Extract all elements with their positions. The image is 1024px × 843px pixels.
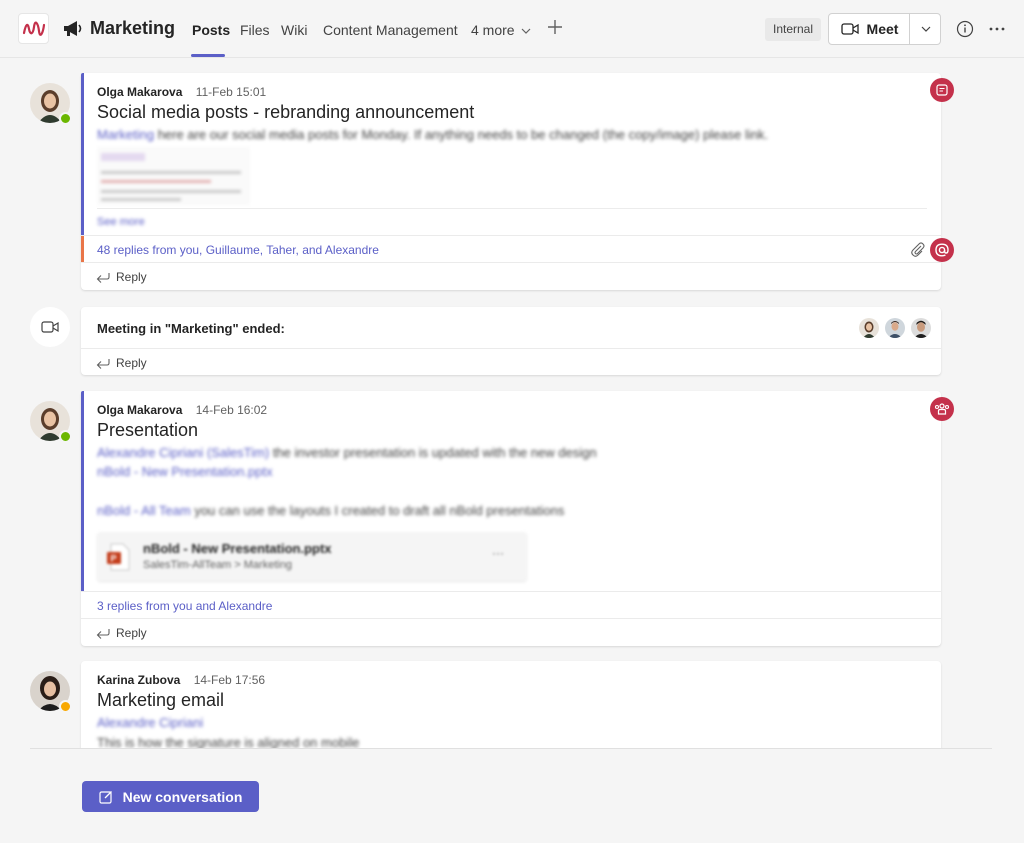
reply-label: Reply	[116, 626, 147, 640]
post-card: Karina Zubova 14-Feb 17:56 Marketing ema…	[81, 661, 941, 761]
new-conversation-button[interactable]: New conversation	[82, 781, 259, 812]
post-text: you can use the layouts I created to dra…	[194, 503, 565, 518]
replies-link[interactable]: 48 replies from you, Guillaume, Taher, a…	[97, 243, 379, 257]
file-link[interactable]: nBold - New Presentation.pptx	[97, 464, 273, 479]
video-camera-icon	[840, 23, 859, 35]
mention-accent	[81, 236, 84, 263]
user-mention[interactable]: Alexandre Cipriani	[97, 715, 203, 730]
reply-row: Reply	[81, 262, 941, 292]
app-logo[interactable]	[18, 13, 49, 44]
presence-available-icon	[59, 430, 72, 443]
post-body-line: nBold - All Team you can use the layouts…	[97, 503, 564, 518]
reply-row: Reply	[81, 618, 941, 646]
file-name: nBold - New Presentation.pptx	[143, 541, 332, 556]
reply-row: Reply	[81, 348, 941, 375]
file-more-icon[interactable]: ···	[492, 546, 504, 560]
reply-button[interactable]: Reply	[96, 270, 147, 284]
info-icon[interactable]	[956, 20, 974, 38]
meet-label: Meet	[866, 21, 899, 37]
author-name[interactable]: Olga Makarova	[97, 403, 182, 417]
post-title: Social media posts - rebranding announce…	[97, 102, 475, 122]
team-mention[interactable]: nBold - All Team	[97, 503, 191, 518]
channel-mention[interactable]: Marketing	[97, 127, 154, 142]
chevron-down-icon	[522, 28, 531, 34]
post-author-line: Olga Makarova 11-Feb 15:01	[97, 85, 266, 99]
image-attachment[interactable]	[97, 147, 250, 205]
tab-wiki[interactable]: Wiki	[281, 22, 307, 38]
post-body: Marketing here are our social media post…	[97, 127, 768, 142]
meeting-card: Meeting in "Marketing" ended: Reply	[81, 307, 941, 375]
meet-options-button[interactable]	[910, 14, 941, 44]
user-mention[interactable]: Alexandre Cipriani (SalesTim)	[97, 445, 269, 460]
meet-button-group: Meet	[828, 13, 941, 45]
post-accent	[81, 73, 84, 236]
attachment-icon	[910, 242, 926, 263]
tab-posts[interactable]: Posts	[192, 22, 230, 38]
post-body-line: Alexandre Cipriani	[97, 715, 203, 730]
mention-icon	[930, 238, 954, 262]
meeting-ended-text: Meeting in "Marketing" ended:	[97, 321, 285, 336]
post-text: here are our social media posts for Mond…	[157, 127, 769, 142]
post-time: 14-Feb 17:56	[193, 673, 266, 687]
more-options-icon[interactable]	[988, 20, 1006, 38]
post-title: Presentation	[97, 420, 199, 440]
post-time: 14-Feb 16:02	[195, 403, 268, 417]
compose-icon	[98, 790, 112, 804]
post-accent	[81, 391, 84, 591]
participant-avatar[interactable]	[885, 318, 905, 338]
file-attachment-card[interactable]: P nBold - New Presentation.pptx SalesTim…	[97, 532, 527, 581]
post-author-line: Karina Zubova 14-Feb 17:56	[97, 673, 265, 687]
reply-label: Reply	[116, 270, 147, 284]
author-name[interactable]: Olga Makarova	[97, 85, 182, 99]
megaphone-icon	[62, 19, 84, 39]
author-name[interactable]: Karina Zubova	[97, 673, 180, 687]
post-card: Olga Makarova 11-Feb 15:01 Social media …	[81, 73, 941, 290]
presence-available-icon	[59, 112, 72, 125]
post-title: Marketing email	[97, 690, 225, 710]
avatar[interactable]	[30, 401, 72, 443]
channel-title: Marketing	[90, 18, 176, 38]
divider	[81, 235, 941, 236]
svg-text:P: P	[111, 554, 117, 564]
avatar[interactable]	[30, 671, 72, 713]
tab-more[interactable]: 4 more	[471, 22, 531, 38]
channel-header: Marketing Posts Files Wiki Content Manag…	[0, 0, 1024, 58]
file-path: SalesTim-AllTeam > Marketing	[143, 559, 293, 571]
team-mention-icon	[930, 397, 954, 421]
tab-content-management[interactable]: Content Management	[323, 22, 458, 38]
chevron-down-icon	[921, 26, 930, 32]
avatar[interactable]	[30, 83, 72, 125]
post-card: Olga Makarova 14-Feb 16:02 Presentation …	[81, 391, 941, 646]
see-more-link[interactable]: See more	[97, 216, 145, 228]
post-body-line: Alexandre Cipriani (SalesTim) the invest…	[97, 445, 597, 460]
post-author-line: Olga Makarova 14-Feb 16:02	[97, 403, 267, 417]
participant-avatar[interactable]	[911, 318, 931, 338]
presence-away-icon	[59, 700, 72, 713]
reply-arrow-icon	[96, 273, 110, 283]
tab-more-label: 4 more	[471, 22, 515, 38]
reply-arrow-icon	[96, 629, 110, 639]
post-time: 11-Feb 15:01	[195, 85, 267, 99]
reply-arrow-icon	[96, 359, 110, 369]
divider	[30, 748, 992, 749]
sensitivity-badge: Internal	[765, 18, 822, 41]
meet-button[interactable]: Meet	[829, 14, 910, 44]
announcement-icon	[930, 78, 954, 102]
post-text: the investor presentation is updated wit…	[272, 445, 597, 460]
divider	[97, 208, 927, 209]
post-body-line: nBold - New Presentation.pptx	[97, 464, 273, 479]
reply-button[interactable]: Reply	[96, 356, 147, 370]
reply-button[interactable]: Reply	[96, 626, 147, 640]
tab-files[interactable]: Files	[240, 22, 270, 38]
divider	[81, 591, 941, 592]
new-conversation-label: New conversation	[122, 788, 243, 805]
replies-link[interactable]: 3 replies from you and Alexandre	[97, 599, 272, 613]
add-tab-icon[interactable]	[547, 17, 563, 39]
participant-avatar[interactable]	[859, 318, 879, 338]
meeting-icon	[30, 307, 70, 347]
powerpoint-icon: P	[107, 543, 131, 571]
reply-label: Reply	[116, 356, 147, 370]
active-tab-indicator	[191, 54, 225, 57]
